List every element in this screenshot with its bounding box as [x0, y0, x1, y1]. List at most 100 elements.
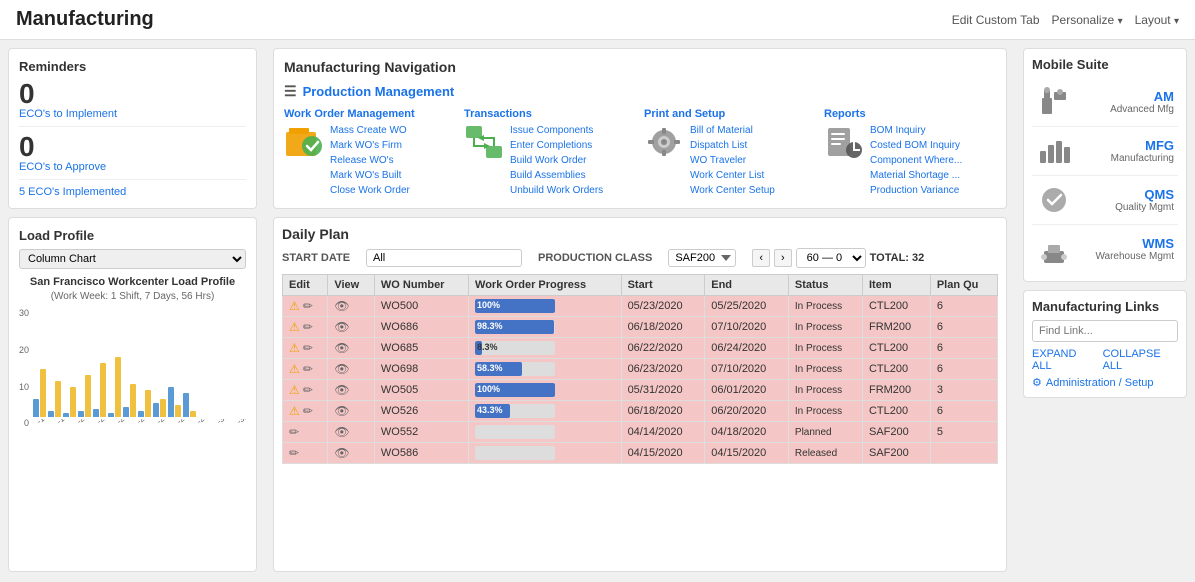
edit-icon[interactable]: ✏	[303, 404, 313, 418]
view-icon[interactable]: 👁	[334, 404, 349, 418]
mobile-item-qms[interactable]: QMS Quality Mgmt	[1032, 176, 1178, 225]
eco-approve-link[interactable]: ECO's to Approve	[19, 161, 246, 173]
load-profile-title: Load Profile	[19, 228, 246, 243]
view-icon[interactable]: 👁	[334, 341, 349, 355]
close-work-order-link[interactable]: Close Work Order	[330, 184, 410, 198]
layout-button[interactable]: Layout ▾	[1135, 13, 1179, 27]
progress-bar-container: 58.3%	[475, 362, 555, 376]
item-cell: SAF200	[862, 443, 930, 464]
issue-components-link[interactable]: Issue Components	[510, 124, 603, 138]
unbuild-work-orders-link[interactable]: Unbuild Work Orders	[510, 184, 603, 198]
edit-icon[interactable]: ✏	[289, 446, 299, 460]
mobile-suite-title: Mobile Suite	[1032, 57, 1178, 72]
collapse-all-link[interactable]: COLLAPSE ALL	[1103, 348, 1178, 372]
reports-title[interactable]: Reports	[824, 108, 996, 120]
edit-icon[interactable]: ✏	[303, 341, 313, 355]
start-cell: 05/31/2020	[621, 380, 705, 401]
page-range-select[interactable]: 60 — 0	[796, 248, 866, 268]
build-assemblies-link[interactable]: Build Assemblies	[510, 169, 603, 183]
admin-setup-link[interactable]: ⚙ Administration / Setup	[1032, 376, 1178, 389]
edit-icon[interactable]: ✏	[303, 299, 313, 313]
enter-completions-link[interactable]: Enter Completions	[510, 139, 603, 153]
eco-implement-link[interactable]: ECO's to Implement	[19, 108, 246, 120]
settings-icon: ⚙	[1032, 376, 1042, 389]
release-wos-link[interactable]: Release WO's	[330, 154, 410, 168]
mobile-code-qms: QMS	[1080, 187, 1174, 202]
transactions-title[interactable]: Transactions	[464, 108, 636, 120]
edit-cell: ✏	[283, 422, 328, 443]
table-row: ⚠ ✏ 👁 WO505 100% 05/31/2020 06/01/2020 I…	[283, 380, 998, 401]
nav-section-transactions: Transactions	[464, 108, 636, 198]
bill-of-material-link[interactable]: Bill of Material	[690, 124, 775, 138]
progress-label: 98.3%	[477, 321, 503, 331]
progress-cell	[469, 422, 622, 443]
prev-page-button[interactable]: ‹	[752, 249, 770, 267]
mobile-suite-card: Mobile Suite AM Advanced Mfg MFG Manufac…	[1023, 48, 1187, 282]
daily-plan-controls: START DATE PRODUCTION CLASS SAF200 ‹ › 6…	[282, 248, 998, 268]
material-shortage-link[interactable]: Material Shortage ...	[870, 169, 962, 183]
edit-icon[interactable]: ✏	[303, 362, 313, 376]
warn-icon: ⚠	[289, 362, 300, 376]
mark-wos-built-link[interactable]: Mark WO's Built	[330, 169, 410, 183]
mass-create-wo-link[interactable]: Mass Create WO	[330, 124, 410, 138]
start-date-input[interactable]	[366, 249, 522, 267]
status-cell: Released	[788, 443, 862, 464]
work-order-content: Mass Create WO Mark WO's Firm Release WO…	[284, 124, 456, 198]
edit-icon[interactable]: ✏	[303, 320, 313, 334]
view-cell: 👁	[328, 296, 375, 317]
work-order-management-title[interactable]: Work Order Management	[284, 108, 456, 120]
next-page-button[interactable]: ›	[774, 249, 792, 267]
mark-wos-firm-link[interactable]: Mark WO's Firm	[330, 139, 410, 153]
wo-number-cell: WO686	[374, 317, 468, 338]
view-icon[interactable]: 👁	[334, 320, 349, 334]
edit-icon[interactable]: ✏	[303, 383, 313, 397]
mobile-item-wms[interactable]: WMS Warehouse Mgmt	[1032, 225, 1178, 273]
dispatch-list-link[interactable]: Dispatch List	[690, 139, 775, 153]
costed-bom-inquiry-link[interactable]: Costed BOM Inquiry	[870, 139, 962, 153]
component-where-link[interactable]: Component Where...	[870, 154, 962, 168]
mobile-item-am[interactable]: AM Advanced Mfg	[1032, 78, 1178, 127]
table-row: ✏ 👁 WO552 04/14/2020 04/18/2020 Planned …	[283, 422, 998, 443]
view-icon[interactable]: 👁	[334, 425, 349, 439]
mobile-desc-wms: Warehouse Mgmt	[1080, 251, 1174, 262]
eco-approve-count: 0	[19, 133, 246, 161]
warn-icon: ⚠	[289, 404, 300, 418]
view-icon[interactable]: 👁	[334, 383, 349, 397]
wo-traveler-link[interactable]: WO Traveler	[690, 154, 775, 168]
production-management-link[interactable]: ☰ Production Management	[284, 83, 996, 100]
build-work-order-link[interactable]: Build Work Order	[510, 154, 603, 168]
personalize-button[interactable]: Personalize ▾	[1052, 13, 1123, 27]
progress-label: 43.3%	[477, 405, 503, 415]
status-cell: Planned	[788, 422, 862, 443]
start-date-label: START DATE	[282, 252, 350, 264]
edit-icon[interactable]: ✏	[289, 425, 299, 439]
bom-inquiry-link[interactable]: BOM Inquiry	[870, 124, 962, 138]
view-icon[interactable]: 👁	[334, 446, 349, 460]
work-order-links: Mass Create WO Mark WO's Firm Release WO…	[330, 124, 410, 198]
eco-implemented-link[interactable]: 5 ECO's Implemented	[19, 186, 246, 198]
print-setup-title[interactable]: Print and Setup	[644, 108, 816, 120]
view-icon[interactable]: 👁	[334, 362, 349, 376]
expand-all-link[interactable]: EXPAND ALL	[1032, 348, 1095, 372]
prod-class-select[interactable]: SAF200	[668, 249, 736, 267]
view-icon[interactable]: 👁	[334, 299, 349, 313]
production-variance-link[interactable]: Production Variance	[870, 184, 962, 198]
chart-type-select[interactable]: Column Chart	[19, 249, 246, 269]
progress-bar-container	[475, 446, 555, 460]
edit-cell: ⚠ ✏	[283, 401, 328, 422]
warn-icon: ⚠	[289, 383, 300, 397]
status-cell: In Process	[788, 380, 862, 401]
plan-qty-cell: 6	[930, 317, 997, 338]
eco-implement-count: 0	[19, 80, 246, 108]
start-cell: 06/23/2020	[621, 359, 705, 380]
mobile-item-mfg[interactable]: MFG Manufacturing	[1032, 127, 1178, 176]
reminders-title: Reminders	[19, 59, 246, 74]
work-center-setup-link[interactable]: Work Center Setup	[690, 184, 775, 198]
edit-custom-tab-button[interactable]: Edit Custom Tab	[952, 13, 1040, 27]
find-link-input[interactable]	[1032, 320, 1178, 342]
work-center-list-link[interactable]: Work Center List	[690, 169, 775, 183]
col-item: Item	[862, 275, 930, 296]
layout-dropdown-arrow: ▾	[1174, 16, 1179, 27]
end-cell: 06/01/2020	[705, 380, 789, 401]
progress-label: 8.3%	[477, 342, 498, 352]
